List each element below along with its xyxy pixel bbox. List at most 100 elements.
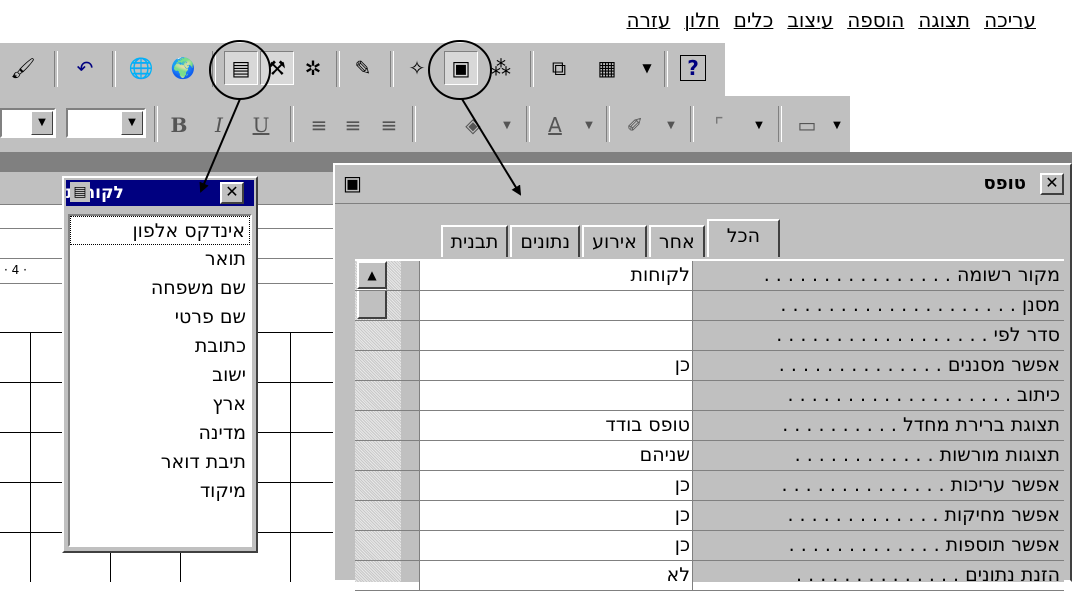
property-value[interactable] [419, 381, 693, 410]
menu-view[interactable]: תצוגה [918, 8, 970, 32]
menu-window[interactable]: חלון [684, 8, 719, 32]
property-value[interactable]: כן [419, 471, 693, 500]
field-list-icon[interactable]: ▤ [224, 51, 258, 85]
menu-format[interactable]: עיצוב [787, 8, 833, 32]
toolbox-icon[interactable]: ⚒ [260, 51, 294, 85]
field-list-item[interactable]: כתובת [70, 332, 250, 361]
fill-color-icon[interactable]: ◈ [456, 108, 490, 142]
field-list-item[interactable]: ארץ [70, 390, 250, 419]
chevron-down-icon[interactable]: ▼ [820, 108, 854, 142]
property-value[interactable]: לא [419, 561, 693, 590]
underline-button[interactable]: U [244, 108, 278, 142]
help-icon[interactable]: ? [680, 55, 706, 81]
property-row[interactable]: כן אפשר עריכות . . . . . . . . . . . . . … [355, 471, 1064, 501]
menu-bar: עריכה תצוגה הוספה עיצוב כלים חלון עזרה [0, 0, 1072, 42]
field-list-window[interactable]: לקוחות ▤ ✕ אינדקס אלפון תואר שם משפחה שם… [62, 176, 258, 553]
chevron-down-icon[interactable]: ▼ [630, 51, 664, 85]
align-center-icon[interactable]: ≡ [336, 108, 370, 142]
italic-button[interactable]: I [202, 108, 236, 142]
property-label: אפשר עריכות . . . . . . . . . . . . . . [781, 474, 1060, 496]
property-row[interactable]: לא הזנת נתונים . . . . . . . . . . . . . … [355, 561, 1064, 591]
property-value[interactable]: טופס בודד [419, 411, 693, 440]
property-row[interactable]: סדר לפי . . . . . . . . . . . . . . . . … [355, 321, 1064, 351]
align-left-icon[interactable]: ≡ [302, 108, 336, 142]
close-icon[interactable]: ✕ [1040, 173, 1064, 195]
brush-icon[interactable]: 🖌 [6, 51, 40, 85]
menu-help[interactable]: עזרה [627, 8, 671, 32]
wand-icon[interactable]: ⁂ [484, 51, 518, 85]
standard-toolbar: 🖌 ↶ 🌐 🌍 ▤ ⚒ ✲ ✎ ✧ ▣ ⁂ ⧉ ▦ ▼ ? [0, 42, 725, 98]
toolbar-separator [530, 51, 534, 87]
property-label: תצוגת ברירת מחדל . . . . . . . . . . [782, 414, 1060, 436]
font-name-combo[interactable]: ▼ [0, 108, 56, 138]
property-row[interactable]: טופס בודד תצוגת ברירת מחדל . . . . . . . … [355, 411, 1064, 441]
property-row[interactable]: לקוחות מקור רשומה . . . . . . . . . . . .… [355, 261, 1064, 291]
property-label: אפשר תוספות . . . . . . . . . . . . . [788, 534, 1060, 556]
new-object-icon[interactable]: ▦ [590, 51, 624, 85]
line-style-icon[interactable]: ▭ [790, 108, 824, 142]
tab-data[interactable]: נתונים [510, 225, 581, 257]
property-label: מסנן . . . . . . . . . . . . . . . . . .… [780, 294, 1060, 316]
tab-all[interactable]: הכל [706, 219, 780, 257]
property-value[interactable]: כן [419, 351, 693, 380]
property-value[interactable] [419, 291, 693, 320]
undo-icon[interactable]: ↶ [68, 51, 102, 85]
close-icon[interactable]: ✕ [220, 182, 244, 204]
line-color-icon[interactable]: ✐ [618, 108, 652, 142]
property-row[interactable]: כן אפשר תוספות . . . . . . . . . . . . . [355, 531, 1064, 561]
field-list[interactable]: אינדקס אלפון תואר שם משפחה שם פרטי כתובת… [68, 214, 252, 547]
property-grid: ▲ לקוחות מקור רשומה . . . . . . . . . . .… [355, 259, 1064, 591]
field-list-item[interactable]: תואר [70, 245, 250, 274]
menu-tools[interactable]: כלים [734, 8, 774, 32]
property-value[interactable]: שניהם [419, 441, 693, 470]
field-list-item[interactable]: מדינה [70, 419, 250, 448]
toolbar-separator [606, 106, 610, 142]
field-list-item[interactable]: תיבת דואר [70, 448, 250, 477]
properties-window[interactable]: ▣ טופס ✕ הכל אחר אירוע נתונים תבנית ▲ לק… [333, 163, 1072, 591]
tab-other[interactable]: אחר [648, 225, 705, 257]
chevron-down-icon[interactable]: ▼ [742, 108, 776, 142]
property-row[interactable]: מסנן . . . . . . . . . . . . . . . . . .… [355, 291, 1064, 321]
property-row[interactable]: כן אפשר מחיקות . . . . . . . . . . . . . [355, 501, 1064, 531]
formatting-toolbar: ▼ ▼ B I U ≡ ≡ ≡ ◈ ▼ A ▼ ✐ ▼ ⌜ ▼ ▭ ▼ [0, 96, 850, 153]
properties-titlebar[interactable]: ▣ טופס ✕ [335, 165, 1070, 204]
menu-insert[interactable]: הוספה [847, 8, 904, 32]
chevron-down-icon[interactable]: ▼ [654, 108, 688, 142]
bold-button[interactable]: B [162, 108, 196, 142]
chevron-down-icon[interactable]: ▼ [121, 111, 143, 135]
toolbar-separator [526, 106, 530, 142]
field-list-item[interactable]: ישוב [70, 361, 250, 390]
border-icon[interactable]: ⌜ [702, 108, 736, 142]
field-list-icon: ▤ [70, 182, 90, 202]
property-value[interactable] [419, 321, 693, 350]
property-row[interactable]: כן אפשר מסננים . . . . . . . . . . . . . … [355, 351, 1064, 381]
field-list-item[interactable]: שם פרטי [70, 303, 250, 332]
database-window-icon[interactable]: ⧉ [542, 51, 576, 85]
field-list-item[interactable]: אינדקס אלפון [70, 216, 250, 245]
align-right-icon[interactable]: ≡ [372, 108, 406, 142]
field-list-item[interactable]: מיקוד [70, 477, 250, 506]
font-size-combo[interactable]: ▼ [66, 108, 146, 138]
property-value[interactable]: כן [419, 531, 693, 560]
field-list-item[interactable]: שם משפחה [70, 274, 250, 303]
property-label: הזנת נתונים . . . . . . . . . . . . . . [796, 564, 1060, 586]
globe-icon[interactable]: 🌍 [166, 51, 200, 85]
tab-format[interactable]: תבנית [440, 225, 509, 257]
property-value[interactable]: לקוחות [419, 261, 693, 290]
property-label: תצוגות מורשות . . . . . . . . . . . . [794, 444, 1060, 466]
chevron-down-icon[interactable]: ▼ [572, 108, 606, 142]
toolbar-separator [390, 51, 394, 87]
chevron-down-icon[interactable]: ▼ [31, 111, 53, 135]
web-icon[interactable]: 🌐 [124, 51, 158, 85]
property-row[interactable]: שניהם תצוגות מורשות . . . . . . . . . . .… [355, 441, 1064, 471]
build-icon[interactable]: ✧ [400, 51, 434, 85]
code-icon[interactable]: ✎ [346, 51, 380, 85]
chevron-down-icon[interactable]: ▼ [490, 108, 524, 142]
font-color-button[interactable]: A [538, 108, 572, 142]
menu-edit[interactable]: עריכה [984, 8, 1036, 32]
tab-event[interactable]: אירוע [582, 225, 647, 257]
property-value[interactable]: כן [419, 501, 693, 530]
autoformat-icon[interactable]: ✲ [296, 51, 330, 85]
property-row[interactable]: כיתוב . . . . . . . . . . . . . . . . . … [355, 381, 1064, 411]
properties-icon[interactable]: ▣ [444, 51, 478, 85]
